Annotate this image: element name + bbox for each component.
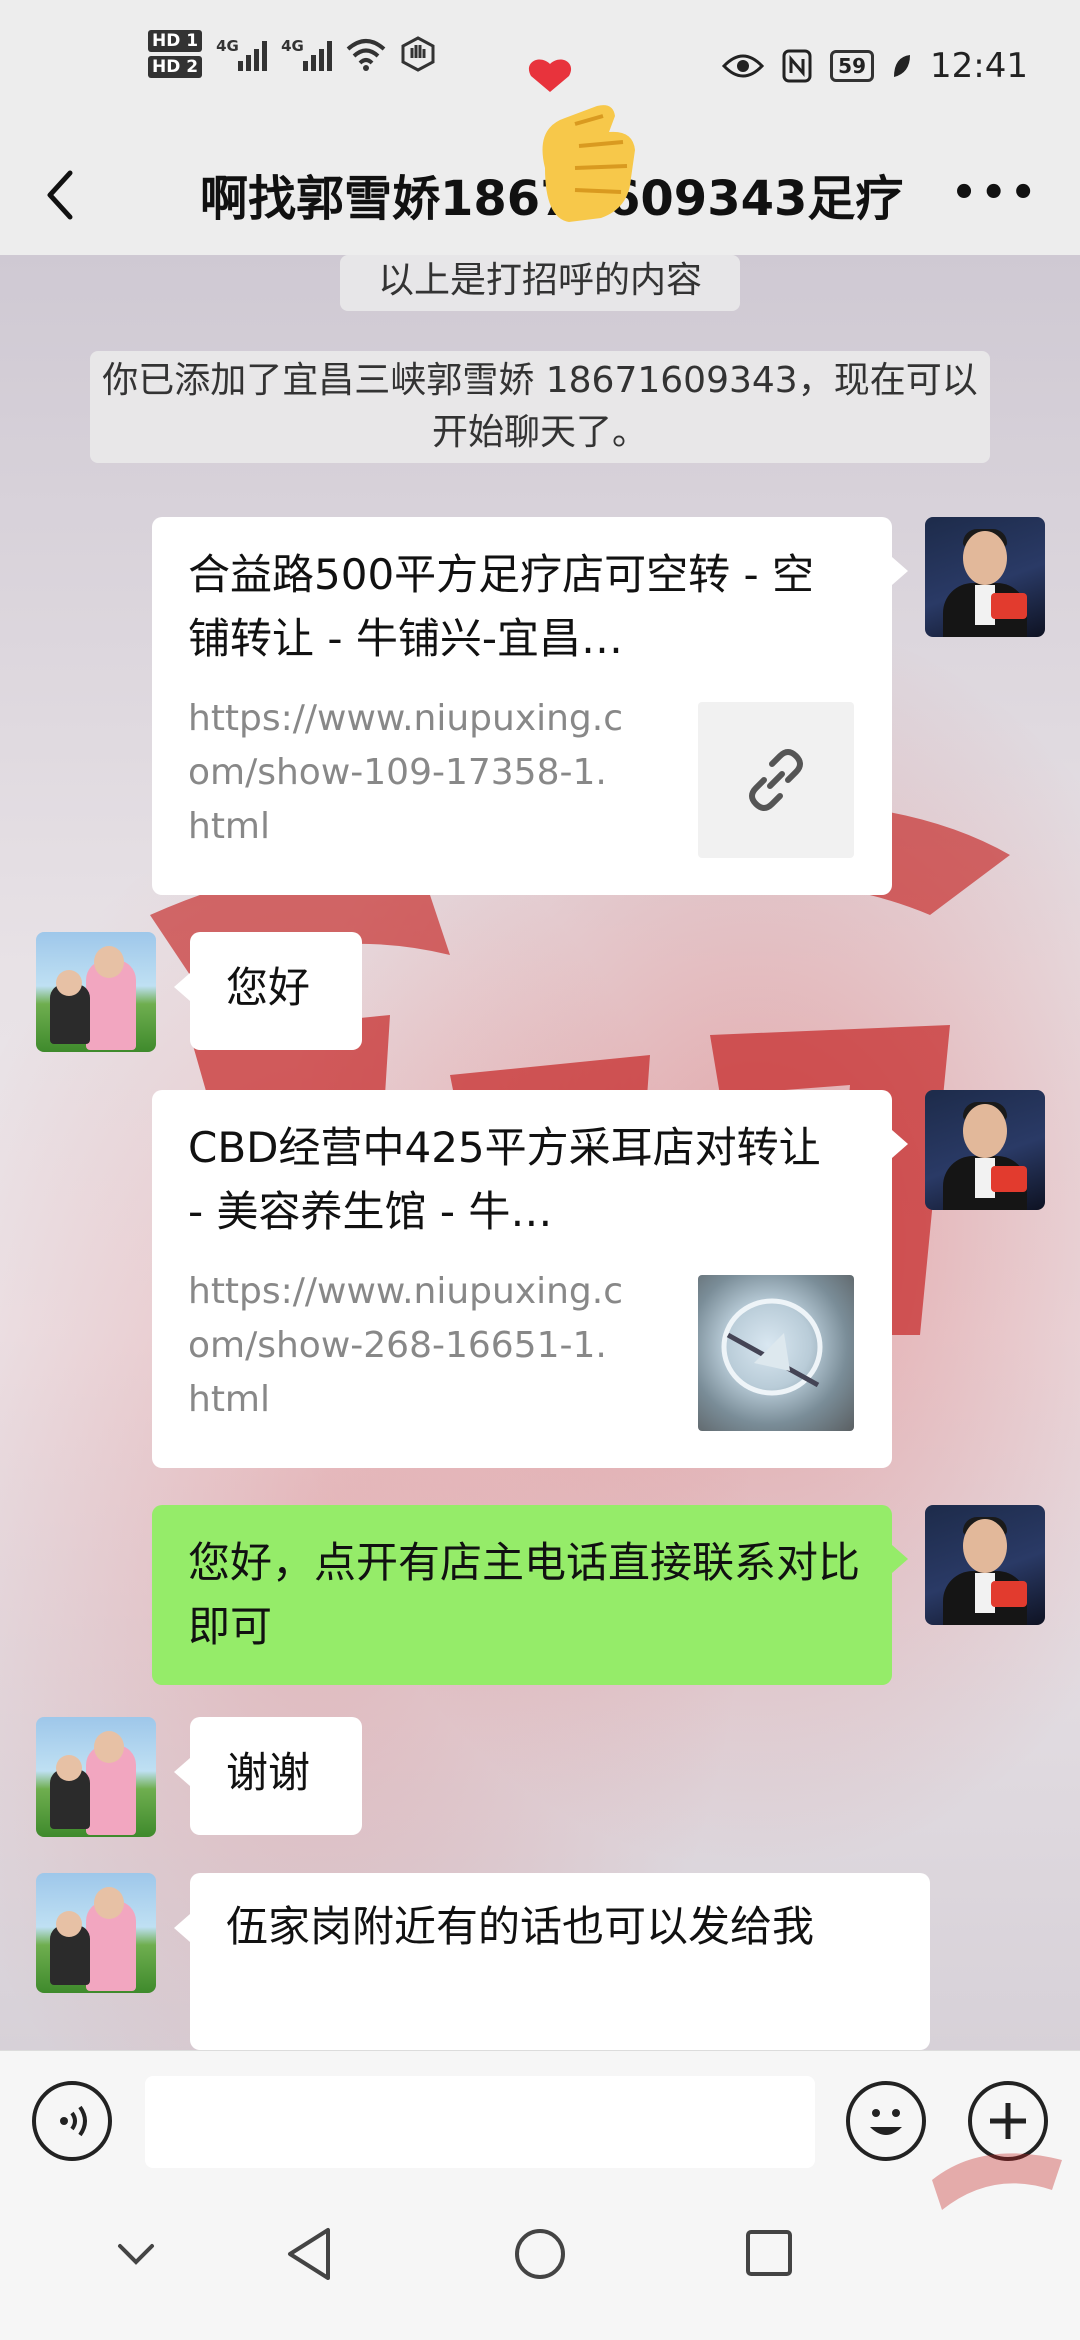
signal-2-icon: 4G xyxy=(281,37,333,71)
system-nav-bar xyxy=(0,2190,1080,2340)
system-message: 你已添加了宜昌三峡郭雪娇 18671609343，现在可以开始聊天了。 xyxy=(90,351,990,463)
hand-icon xyxy=(401,36,435,72)
chevron-down-icon[interactable] xyxy=(112,2234,160,2274)
emoji-icon[interactable] xyxy=(846,2081,926,2161)
bubble-tail xyxy=(174,973,190,1001)
back-triangle-icon[interactable] xyxy=(284,2226,334,2282)
more-dots-icon[interactable]: ••• xyxy=(951,173,1040,213)
hd-indicators: HD 1 HD 2 xyxy=(148,30,203,78)
avatar[interactable] xyxy=(36,1717,156,1837)
status-left: HD 1 HD 2 4G 4G xyxy=(148,30,436,78)
message-input[interactable] xyxy=(145,2076,815,2168)
recents-square-icon[interactable] xyxy=(744,2228,794,2278)
text-message[interactable]: 伍家岗附近有的话也可以发给我 xyxy=(190,1873,930,2050)
bubble-tail xyxy=(892,1130,908,1158)
link-card-message[interactable]: CBD经营中425平方采耳店对转让 - 美容养生馆 - 牛… https://w… xyxy=(152,1090,892,1468)
avatar[interactable] xyxy=(925,1505,1045,1625)
input-bar xyxy=(0,2050,1080,2190)
status-right: 59 12:41 xyxy=(722,46,1028,86)
bubble-tail xyxy=(174,1758,190,1786)
finger-heart-sticker xyxy=(528,59,635,222)
eye-icon xyxy=(722,54,765,78)
link-card-url: https://www.niupuxing.com/show-268-16651… xyxy=(188,1271,624,1420)
text-message[interactable]: 您好，点开有店主电话直接联系对比即可 xyxy=(152,1505,892,1685)
home-circle-icon[interactable] xyxy=(512,2226,568,2282)
avatar[interactable] xyxy=(36,932,156,1052)
link-card-thumbnail xyxy=(698,1275,854,1431)
avatar[interactable] xyxy=(925,1090,1045,1210)
link-card-title: 合益路500平方足疗店可空转 - 空铺转让 - 牛铺兴-宜昌… xyxy=(188,550,815,663)
text-message[interactable]: 谢谢 xyxy=(190,1717,362,1835)
avatar[interactable] xyxy=(36,1873,156,1993)
text-message[interactable]: 您好 xyxy=(190,932,362,1050)
battery-indicator: 59 xyxy=(830,50,875,82)
hd2-badge: HD 2 xyxy=(148,56,203,78)
avatar[interactable] xyxy=(925,517,1045,637)
link-card-title: CBD经营中425平方采耳店对转让 - 美容养生馆 - 牛… xyxy=(188,1123,821,1236)
watermark-logo xyxy=(932,2153,1062,2210)
nfc-icon xyxy=(782,49,812,83)
voice-icon[interactable] xyxy=(32,2081,112,2161)
signal-1-icon: 4G xyxy=(216,37,268,71)
link-icon xyxy=(698,702,854,858)
link-card-url: https://www.niupuxing.com/show-109-17358… xyxy=(188,698,624,847)
system-message: 以上是打招呼的内容 xyxy=(340,255,740,311)
back-button[interactable] xyxy=(40,155,80,235)
leaf-icon xyxy=(894,55,911,77)
bubble-tail xyxy=(892,1545,908,1573)
wifi-icon xyxy=(346,39,386,71)
link-card-message[interactable]: 合益路500平方足疗店可空转 - 空铺转让 - 牛铺兴-宜昌… https://… xyxy=(152,517,892,895)
chat-area[interactable]: 以上是打招呼的内容 你已添加了宜昌三峡郭雪娇 18671609343，现在可以开… xyxy=(0,255,1080,2050)
bubble-tail xyxy=(892,557,908,585)
bubble-tail xyxy=(174,1914,190,1942)
clock: 12:41 xyxy=(930,46,1028,86)
hd1-badge: HD 1 xyxy=(148,30,203,52)
